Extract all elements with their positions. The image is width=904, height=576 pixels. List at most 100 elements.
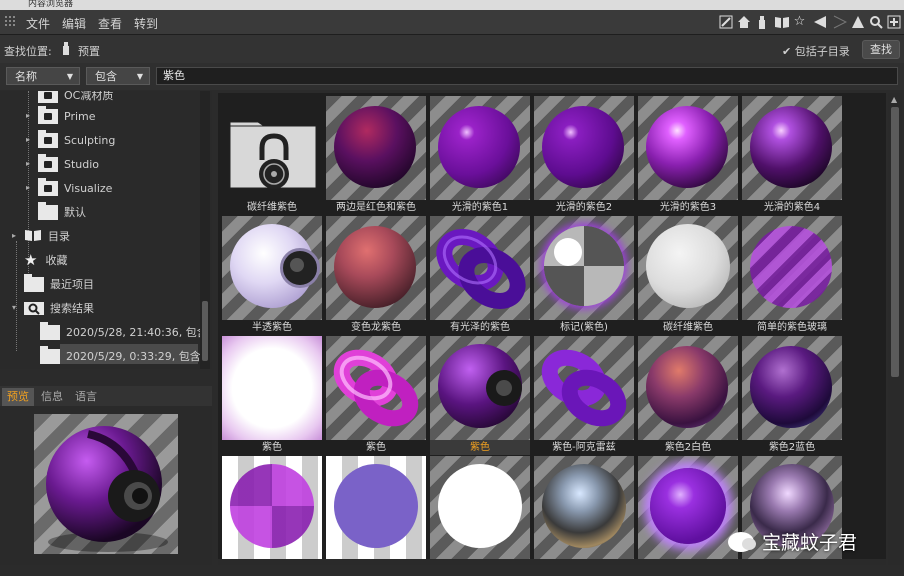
search-input[interactable]: 紫色	[156, 67, 898, 85]
tab-preview[interactable]: 预览	[2, 388, 34, 406]
book-icon[interactable]	[774, 14, 789, 29]
tree-item-catalog[interactable]: 目录	[24, 226, 70, 246]
material-tile[interactable]	[534, 456, 634, 576]
speckle-texture-icon	[222, 336, 322, 440]
bottom-scrollbar[interactable]	[218, 559, 886, 565]
grid-scroll-thumb[interactable]	[891, 107, 899, 377]
include-subdirs-checkbox[interactable]: ✔ 包括子目录	[782, 43, 850, 59]
glossy-purple-sphere-icon	[430, 96, 530, 200]
material-tile[interactable]	[326, 456, 426, 576]
glowing-purple-sphere-icon	[638, 456, 738, 560]
material-tile[interactable]: 有光泽的紫色	[430, 216, 530, 336]
material-label: 简单的紫色玻璃	[757, 322, 827, 333]
material-label: 碳纤维紫色	[247, 202, 297, 213]
filter-field-select[interactable]: 名称 ▼	[6, 67, 80, 85]
pink-knot-icon	[326, 336, 426, 440]
material-label: 紫色2白色	[664, 442, 712, 453]
menu-edit[interactable]: 编辑	[62, 15, 86, 32]
material-label: 光滑的紫色1	[451, 202, 509, 213]
detail-tabs: 预览 信息 语言	[0, 386, 212, 406]
material-tile[interactable]	[222, 456, 322, 576]
tree-item-search-2[interactable]: 2020/5/29, 0:33:29, 包含 "	[40, 345, 209, 366]
material-label: 光滑的紫色4	[763, 202, 821, 213]
search-icon[interactable]	[868, 14, 883, 29]
material-tile[interactable]	[638, 456, 738, 576]
tab-info[interactable]: 信息	[36, 388, 68, 406]
material-tile[interactable]: 紫色2蓝色	[742, 336, 842, 456]
edit-icon[interactable]	[718, 14, 733, 29]
metallic-purple-sphere-icon	[638, 96, 738, 200]
new-folder-icon[interactable]	[886, 14, 901, 29]
search-location-row: 查找位置: 预置 ✔ 包括子目录 查找	[0, 35, 904, 63]
material-tile[interactable]: 半透紫色	[222, 216, 322, 336]
tree-scroll-thumb[interactable]	[202, 301, 208, 361]
folder-tree: OC减材质 ▸ Prime ▸ Sculpting ▸ Studio ▸ Vis…	[0, 91, 212, 369]
material-tile[interactable]: 紫色-阿克雷兹	[534, 336, 634, 456]
tree-scrollbar[interactable]	[200, 91, 210, 369]
menu-file[interactable]: 文件	[26, 15, 50, 32]
include-subdirs-label: 包括子目录	[794, 45, 850, 58]
menu-view[interactable]: 查看	[98, 15, 122, 32]
wechat-icon	[728, 531, 756, 552]
search-location-value[interactable]: 预置	[78, 43, 100, 59]
forward-arrow-icon[interactable]	[832, 14, 847, 29]
material-label: 碳纤维紫色	[663, 322, 713, 333]
tree-item-default[interactable]: 默认	[38, 201, 86, 222]
material-tile[interactable]: 碳纤维紫色	[222, 96, 322, 216]
tree-item-visualize[interactable]: Visualize	[38, 177, 112, 198]
tree-item-oc[interactable]: OC减材质	[38, 91, 113, 105]
material-tile[interactable]: 光滑的紫色4	[742, 96, 842, 216]
bottle-icon	[60, 41, 72, 58]
translucent-shaderball-icon	[222, 216, 322, 320]
white-noise-sphere-icon	[638, 216, 738, 320]
material-tile[interactable]: 光滑的紫色1	[430, 96, 530, 216]
material-label: 紫色	[366, 442, 386, 453]
search-location-label: 查找位置:	[4, 45, 52, 58]
favorite-star-icon[interactable]: ☆	[792, 14, 807, 29]
material-tile[interactable]: 紫色	[326, 336, 426, 456]
grip-icon	[5, 16, 15, 26]
tree-item-favorites[interactable]: ★ 收藏	[24, 250, 67, 270]
tree-item-studio[interactable]: Studio	[38, 153, 99, 174]
filter-mode-select[interactable]: 包含 ▼	[86, 67, 150, 85]
back-arrow-icon[interactable]	[812, 14, 827, 29]
material-tile[interactable]: 紫色2白色	[638, 336, 738, 456]
menu-goto[interactable]: 转到	[134, 15, 158, 32]
tab-language[interactable]: 语言	[70, 388, 102, 406]
material-tile[interactable]: 简单的紫色玻璃	[742, 216, 842, 336]
locked-folder-icon	[38, 105, 58, 124]
material-tile[interactable]: 标记(紫色)	[534, 216, 634, 336]
filter-field-value: 名称	[15, 70, 37, 83]
tree-item-search-1[interactable]: 2020/5/28, 21:40:36, 包含	[40, 321, 208, 342]
chrome-sphere-icon	[534, 456, 634, 560]
filter-row: 名称 ▼ 包含 ▼ 紫色	[0, 63, 904, 90]
material-tile[interactable]: 光滑的紫色2	[534, 96, 634, 216]
tree-item-search-results[interactable]: 搜索结果	[24, 298, 94, 318]
preview-panel	[0, 406, 212, 565]
glossy-purple-sphere-icon	[534, 96, 634, 200]
material-tile[interactable]: 碳纤维紫色	[638, 216, 738, 336]
material-tile[interactable]: 紫色	[222, 336, 322, 456]
up-arrow-icon[interactable]	[850, 14, 865, 29]
lavender-sphere-icon	[326, 456, 426, 560]
material-tile[interactable]	[742, 456, 842, 576]
purple-knot-icon	[534, 336, 634, 440]
grid-scrollbar[interactable]: ▲	[888, 93, 902, 565]
marker-sphere-icon	[534, 216, 634, 320]
material-tile[interactable]: 变色龙紫色	[326, 216, 426, 336]
material-tile[interactable]: 两边是红色和紫色	[326, 96, 426, 216]
tree-item-recent[interactable]: 最近项目	[24, 273, 94, 294]
material-tile[interactable]	[430, 456, 530, 576]
scroll-up-icon[interactable]: ▲	[891, 95, 897, 104]
tree-item-prime[interactable]: Prime	[38, 105, 96, 126]
locked-folder-icon	[38, 129, 58, 148]
material-tile-selected[interactable]: 紫色	[430, 336, 530, 456]
tree-item-sculpting[interactable]: Sculpting	[38, 129, 115, 150]
search-button[interactable]: 查找	[862, 40, 900, 59]
search-folder-icon	[24, 299, 44, 318]
home-icon[interactable]	[736, 14, 751, 29]
bottle-icon[interactable]	[754, 14, 769, 29]
title-bar: 内容浏览器	[0, 0, 904, 10]
material-tile[interactable]: 光滑的紫色3	[638, 96, 738, 216]
metallic-red-purple-sphere-icon	[638, 336, 738, 440]
